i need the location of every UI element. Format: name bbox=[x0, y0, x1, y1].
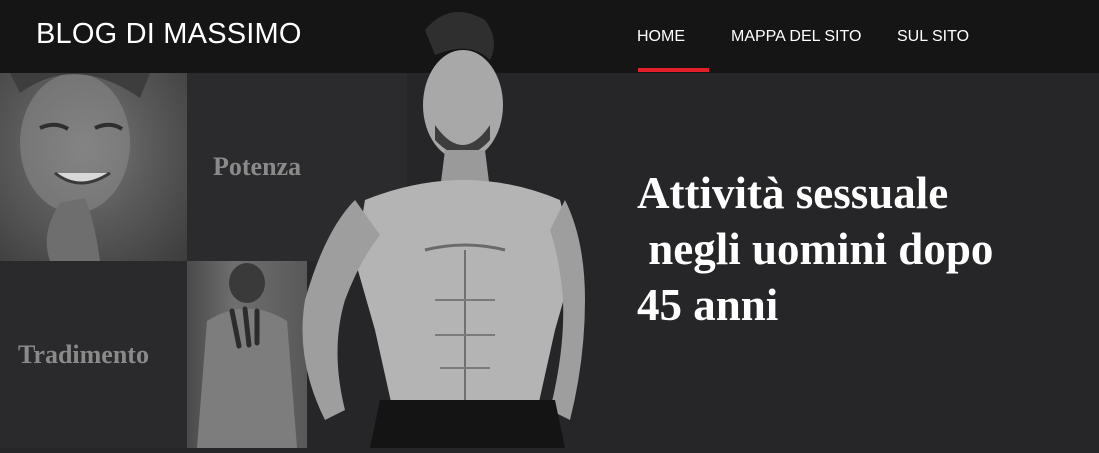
hero-headline: Attività sessuale negli uomini dopo 45 a… bbox=[637, 165, 993, 333]
nav-sitemap-link[interactable]: MAPPA DEL SITO bbox=[731, 28, 861, 46]
nav-active-indicator bbox=[638, 68, 709, 72]
headline-line-3: 45 anni bbox=[637, 280, 779, 330]
site-logo[interactable]: BLOG DI MASSIMO bbox=[36, 18, 302, 51]
headline-line-1: Attività sessuale bbox=[637, 168, 949, 218]
woman-photo-tile[interactable] bbox=[0, 73, 187, 261]
tradimento-label: Tradimento bbox=[18, 340, 149, 369]
man-figure-icon bbox=[302, 12, 585, 448]
nav-about-link[interactable]: SUL SITO bbox=[897, 28, 969, 46]
nav-home-link[interactable]: HOME bbox=[637, 28, 685, 46]
headline-line-2: negli uomini dopo bbox=[637, 224, 994, 274]
hero-man-image bbox=[285, 0, 615, 448]
tradimento-tile[interactable]: Tradimento bbox=[0, 261, 187, 448]
woman-face-image bbox=[10, 73, 150, 261]
